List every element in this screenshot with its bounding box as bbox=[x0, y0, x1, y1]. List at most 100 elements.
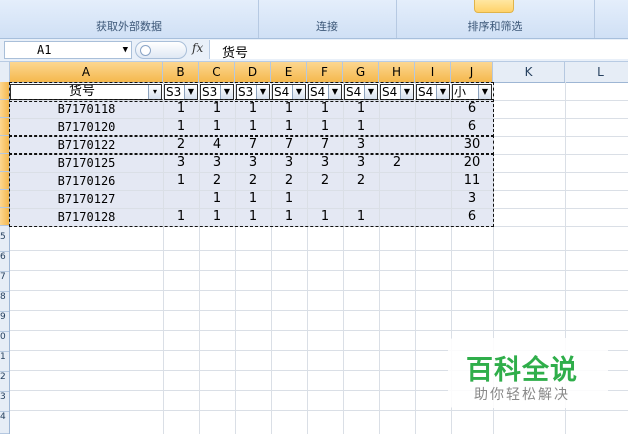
ribbon-group-sort-filter[interactable]: 排序和筛选 bbox=[396, 0, 595, 38]
cell-value[interactable]: 2 bbox=[379, 154, 415, 172]
column-header-d[interactable]: D bbox=[235, 62, 271, 82]
cell-code[interactable]: B7170128 bbox=[10, 208, 163, 226]
cell-value[interactable]: 1 bbox=[343, 118, 379, 136]
cell-value[interactable] bbox=[379, 100, 415, 118]
row-header[interactable]: 3 bbox=[0, 392, 9, 412]
cell-value[interactable]: 1 bbox=[343, 208, 379, 226]
cell-value[interactable] bbox=[379, 172, 415, 190]
filter-header-cell[interactable]: S4 ▼ bbox=[416, 84, 450, 100]
ribbon-group-get-external-data[interactable]: 获取外部数据 bbox=[0, 0, 259, 38]
column-header-c[interactable]: C bbox=[199, 62, 235, 82]
filter-dropdown-icon[interactable]: ▼ bbox=[220, 85, 233, 99]
column-header-i[interactable]: I bbox=[415, 62, 451, 82]
cell-code[interactable]: B7170125 bbox=[10, 154, 163, 172]
column-header-k[interactable]: K bbox=[493, 62, 565, 82]
cell-value[interactable] bbox=[415, 208, 451, 226]
cell-value[interactable] bbox=[379, 190, 415, 208]
formula-bar-resize-handle[interactable] bbox=[135, 41, 187, 59]
cell-value[interactable]: 1 bbox=[199, 190, 235, 208]
filter-dropdown-icon[interactable]: ▼ bbox=[478, 85, 491, 99]
cell-value[interactable]: 3 bbox=[199, 154, 235, 172]
cell-value[interactable] bbox=[379, 136, 415, 154]
cell-value[interactable]: 1 bbox=[235, 118, 271, 136]
cell-value[interactable]: 1 bbox=[271, 208, 307, 226]
column-header-g[interactable]: G bbox=[343, 62, 379, 82]
cell-value[interactable]: 1 bbox=[199, 100, 235, 118]
cell-value[interactable]: 1 bbox=[163, 208, 199, 226]
name-box[interactable]: A1 ▼ bbox=[4, 41, 132, 59]
cell-value[interactable]: 1 bbox=[271, 190, 307, 208]
filter-dropdown-icon[interactable]: ▼ bbox=[400, 85, 413, 99]
cell-value[interactable]: 3 bbox=[307, 154, 343, 172]
row-header[interactable]: 1 bbox=[0, 352, 9, 372]
row-header[interactable] bbox=[0, 208, 9, 226]
row-header[interactable]: 7 bbox=[0, 272, 9, 292]
filter-header-cell[interactable]: 小 ▼ bbox=[452, 84, 492, 100]
cell-value[interactable]: 1 bbox=[235, 208, 271, 226]
filter-dropdown-icon[interactable]: ▼ bbox=[292, 85, 305, 99]
cell-total[interactable]: 6 bbox=[451, 118, 493, 136]
filter-active-icon[interactable]: ▾ bbox=[148, 85, 161, 99]
cell-value[interactable]: 2 bbox=[163, 136, 199, 154]
cell-value[interactable]: 1 bbox=[163, 118, 199, 136]
cell-value[interactable]: 1 bbox=[271, 118, 307, 136]
cell-value[interactable]: 1 bbox=[307, 100, 343, 118]
filter-dropdown-icon[interactable]: ▼ bbox=[184, 85, 197, 99]
cell-code[interactable]: B7170126 bbox=[10, 172, 163, 190]
cell-value[interactable]: 7 bbox=[271, 136, 307, 154]
filter-header-cell[interactable]: 货号 ▾ bbox=[10, 84, 162, 100]
cell-value[interactable]: 7 bbox=[307, 136, 343, 154]
cell-value[interactable]: 7 bbox=[235, 136, 271, 154]
cell-value[interactable]: 1 bbox=[235, 190, 271, 208]
cell-value[interactable]: 3 bbox=[163, 154, 199, 172]
row-header[interactable]: 0 bbox=[0, 332, 9, 352]
filter-button[interactable] bbox=[474, 0, 514, 13]
cell-total[interactable]: 6 bbox=[451, 100, 493, 118]
cell-value[interactable] bbox=[415, 172, 451, 190]
formula-input[interactable]: 货号 bbox=[209, 40, 628, 61]
column-header-b[interactable]: B bbox=[163, 62, 199, 82]
filter-header-cell[interactable]: S4 ▼ bbox=[344, 84, 378, 100]
cell-code[interactable]: B7170127 bbox=[10, 190, 163, 208]
row-header[interactable]: 9 bbox=[0, 312, 9, 332]
column-header-h[interactable]: H bbox=[379, 62, 415, 82]
filter-header-cell[interactable]: S3 ▼ bbox=[164, 84, 198, 100]
row-header[interactable] bbox=[0, 136, 9, 154]
row-header[interactable]: 4 bbox=[0, 412, 9, 434]
cell-value[interactable]: 3 bbox=[343, 154, 379, 172]
column-header-a[interactable]: A bbox=[10, 62, 163, 82]
row-header[interactable] bbox=[0, 172, 9, 190]
cell-value[interactable]: 1 bbox=[199, 208, 235, 226]
filter-dropdown-icon[interactable]: ▼ bbox=[364, 85, 377, 99]
cell-value[interactable]: 1 bbox=[235, 100, 271, 118]
cell-value[interactable] bbox=[415, 154, 451, 172]
cell-value[interactable]: 3 bbox=[343, 136, 379, 154]
row-header[interactable] bbox=[0, 82, 9, 100]
cell-value[interactable] bbox=[379, 118, 415, 136]
cell-value[interactable]: 2 bbox=[199, 172, 235, 190]
cell-value[interactable] bbox=[415, 118, 451, 136]
cell-total[interactable]: 30 bbox=[451, 136, 493, 154]
cell-value[interactable] bbox=[379, 208, 415, 226]
column-header-e[interactable]: E bbox=[271, 62, 307, 82]
ribbon-group-connections[interactable]: 连接 bbox=[258, 0, 397, 38]
insert-function-icon[interactable]: fx bbox=[192, 41, 203, 55]
cell-value[interactable]: 1 bbox=[163, 172, 199, 190]
cell-value[interactable]: 1 bbox=[343, 100, 379, 118]
cell-value[interactable]: 2 bbox=[307, 172, 343, 190]
cell-value[interactable]: 3 bbox=[235, 154, 271, 172]
cell-value[interactable]: 1 bbox=[307, 118, 343, 136]
cell-value[interactable] bbox=[307, 190, 343, 208]
cell-value[interactable]: 4 bbox=[199, 136, 235, 154]
row-header[interactable] bbox=[0, 190, 9, 208]
cell-total[interactable]: 6 bbox=[451, 208, 493, 226]
row-header[interactable] bbox=[0, 100, 9, 118]
cell-value[interactable]: 2 bbox=[343, 172, 379, 190]
cell-code[interactable]: B7170118 bbox=[10, 100, 163, 118]
filter-header-cell[interactable]: S3 ▼ bbox=[200, 84, 234, 100]
row-header[interactable]: 6 bbox=[0, 252, 9, 272]
cell-value[interactable]: 3 bbox=[271, 154, 307, 172]
cell-value[interactable]: 2 bbox=[271, 172, 307, 190]
cell-total[interactable]: 11 bbox=[451, 172, 493, 190]
row-header[interactable] bbox=[0, 118, 9, 136]
